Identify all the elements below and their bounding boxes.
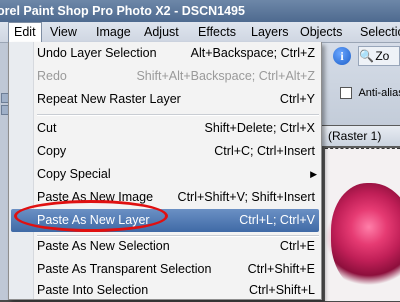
- menu-selections[interactable]: Selectio: [355, 22, 400, 42]
- zoom-button[interactable]: 🔍 Zo: [358, 46, 400, 66]
- menu-item-label: Paste As Transparent Selection: [37, 262, 212, 276]
- menu-item-label: Repeat New Raster Layer: [37, 92, 181, 106]
- menu-view[interactable]: View: [45, 22, 82, 42]
- menu-item-label: Cut: [37, 121, 57, 135]
- menu-item-paste-into-selection[interactable]: Paste Into Selection Ctrl+Shift+L: [11, 279, 319, 302]
- menu-item-copy-special[interactable]: Copy Special ▶: [11, 163, 319, 186]
- menu-layers[interactable]: Layers: [246, 22, 294, 42]
- window-title: orel Paint Shop Pro Photo X2 - DSCN1495: [0, 4, 245, 18]
- anti-alias-checkbox[interactable]: [340, 87, 352, 100]
- rose-image: [331, 183, 400, 293]
- menu-item-label: Paste As New Selection: [37, 239, 170, 253]
- menu-item-paste-new-image[interactable]: Paste As New Image Ctrl+Shift+V; Shift+I…: [11, 186, 319, 209]
- magnifier-icon: 🔍: [359, 49, 374, 63]
- menu-item-label: Paste Into Selection: [37, 283, 149, 297]
- menu-item-label: Copy Special: [37, 167, 111, 181]
- menu-image[interactable]: Image: [91, 22, 136, 42]
- submenu-arrow-icon: ▶: [310, 169, 317, 179]
- menu-item-shortcut: Shift+Alt+Backspace; Ctrl+Alt+Z: [136, 69, 315, 83]
- menu-item-redo[interactable]: Redo Shift+Alt+Backspace; Ctrl+Alt+Z: [11, 65, 319, 88]
- edit-menu: Undo Layer Selection Alt+Backspace; Ctrl…: [8, 42, 322, 300]
- menu-item-shortcut: Ctrl+Y: [279, 92, 315, 106]
- menu-adjust[interactable]: Adjust: [139, 22, 184, 42]
- menu-item-shortcut: Ctrl+L; Ctrl+V: [239, 213, 315, 227]
- menu-item-shortcut: Alt+Backspace; Ctrl+Z: [190, 46, 315, 60]
- menu-item-label: Redo: [37, 69, 67, 83]
- menu-item-paste-transparent-selection[interactable]: Paste As Transparent Selection Ctrl+Shif…: [11, 258, 319, 281]
- menu-objects[interactable]: Objects: [295, 22, 347, 42]
- menu-item-label: Undo Layer Selection: [37, 46, 157, 60]
- menu-edit[interactable]: Edit: [8, 22, 42, 42]
- document-tab[interactable]: (Raster 1): [322, 126, 400, 146]
- menu-item-shortcut: Ctrl+C; Ctrl+Insert: [214, 144, 315, 158]
- menu-item-label: Paste As New Layer: [37, 213, 150, 227]
- menu-item-paste-new-selection[interactable]: Paste As New Selection Ctrl+E: [11, 235, 319, 258]
- menu-effects[interactable]: Effects: [193, 22, 241, 42]
- menu-item-cut[interactable]: Cut Shift+Delete; Ctrl+X: [11, 117, 319, 140]
- menu-item-shortcut: Ctrl+Shift+V; Shift+Insert: [177, 190, 315, 204]
- info-icon[interactable]: i: [333, 47, 351, 65]
- anti-alias-option[interactable]: Anti-alias: [340, 85, 400, 101]
- title-bar: orel Paint Shop Pro Photo X2 - DSCN1495: [0, 0, 400, 22]
- menu-item-shortcut: Ctrl+Shift+E: [247, 262, 315, 276]
- menu-item-undo[interactable]: Undo Layer Selection Alt+Backspace; Ctrl…: [11, 42, 319, 65]
- menu-separator: [37, 114, 319, 116]
- menu-item-shortcut: Shift+Delete; Ctrl+X: [204, 121, 315, 135]
- menu-item-shortcut: Ctrl+E: [279, 239, 315, 253]
- menu-item-label: Copy: [37, 144, 67, 158]
- zoom-label: Zo: [375, 49, 390, 63]
- menu-item-repeat[interactable]: Repeat New Raster Layer Ctrl+Y: [11, 88, 319, 111]
- menu-item-label: Paste As New Image: [37, 190, 154, 204]
- menu-bar: Edit View Image Adjust Effects Layers Ob…: [0, 22, 400, 43]
- menu-item-shortcut: Ctrl+Shift+L: [248, 283, 315, 297]
- anti-alias-label: Anti-alias: [358, 87, 400, 99]
- menu-item-paste-new-layer[interactable]: Paste As New Layer Ctrl+L; Ctrl+V: [11, 209, 319, 232]
- menu-item-copy[interactable]: Copy Ctrl+C; Ctrl+Insert: [11, 140, 319, 163]
- image-canvas[interactable]: [325, 148, 400, 301]
